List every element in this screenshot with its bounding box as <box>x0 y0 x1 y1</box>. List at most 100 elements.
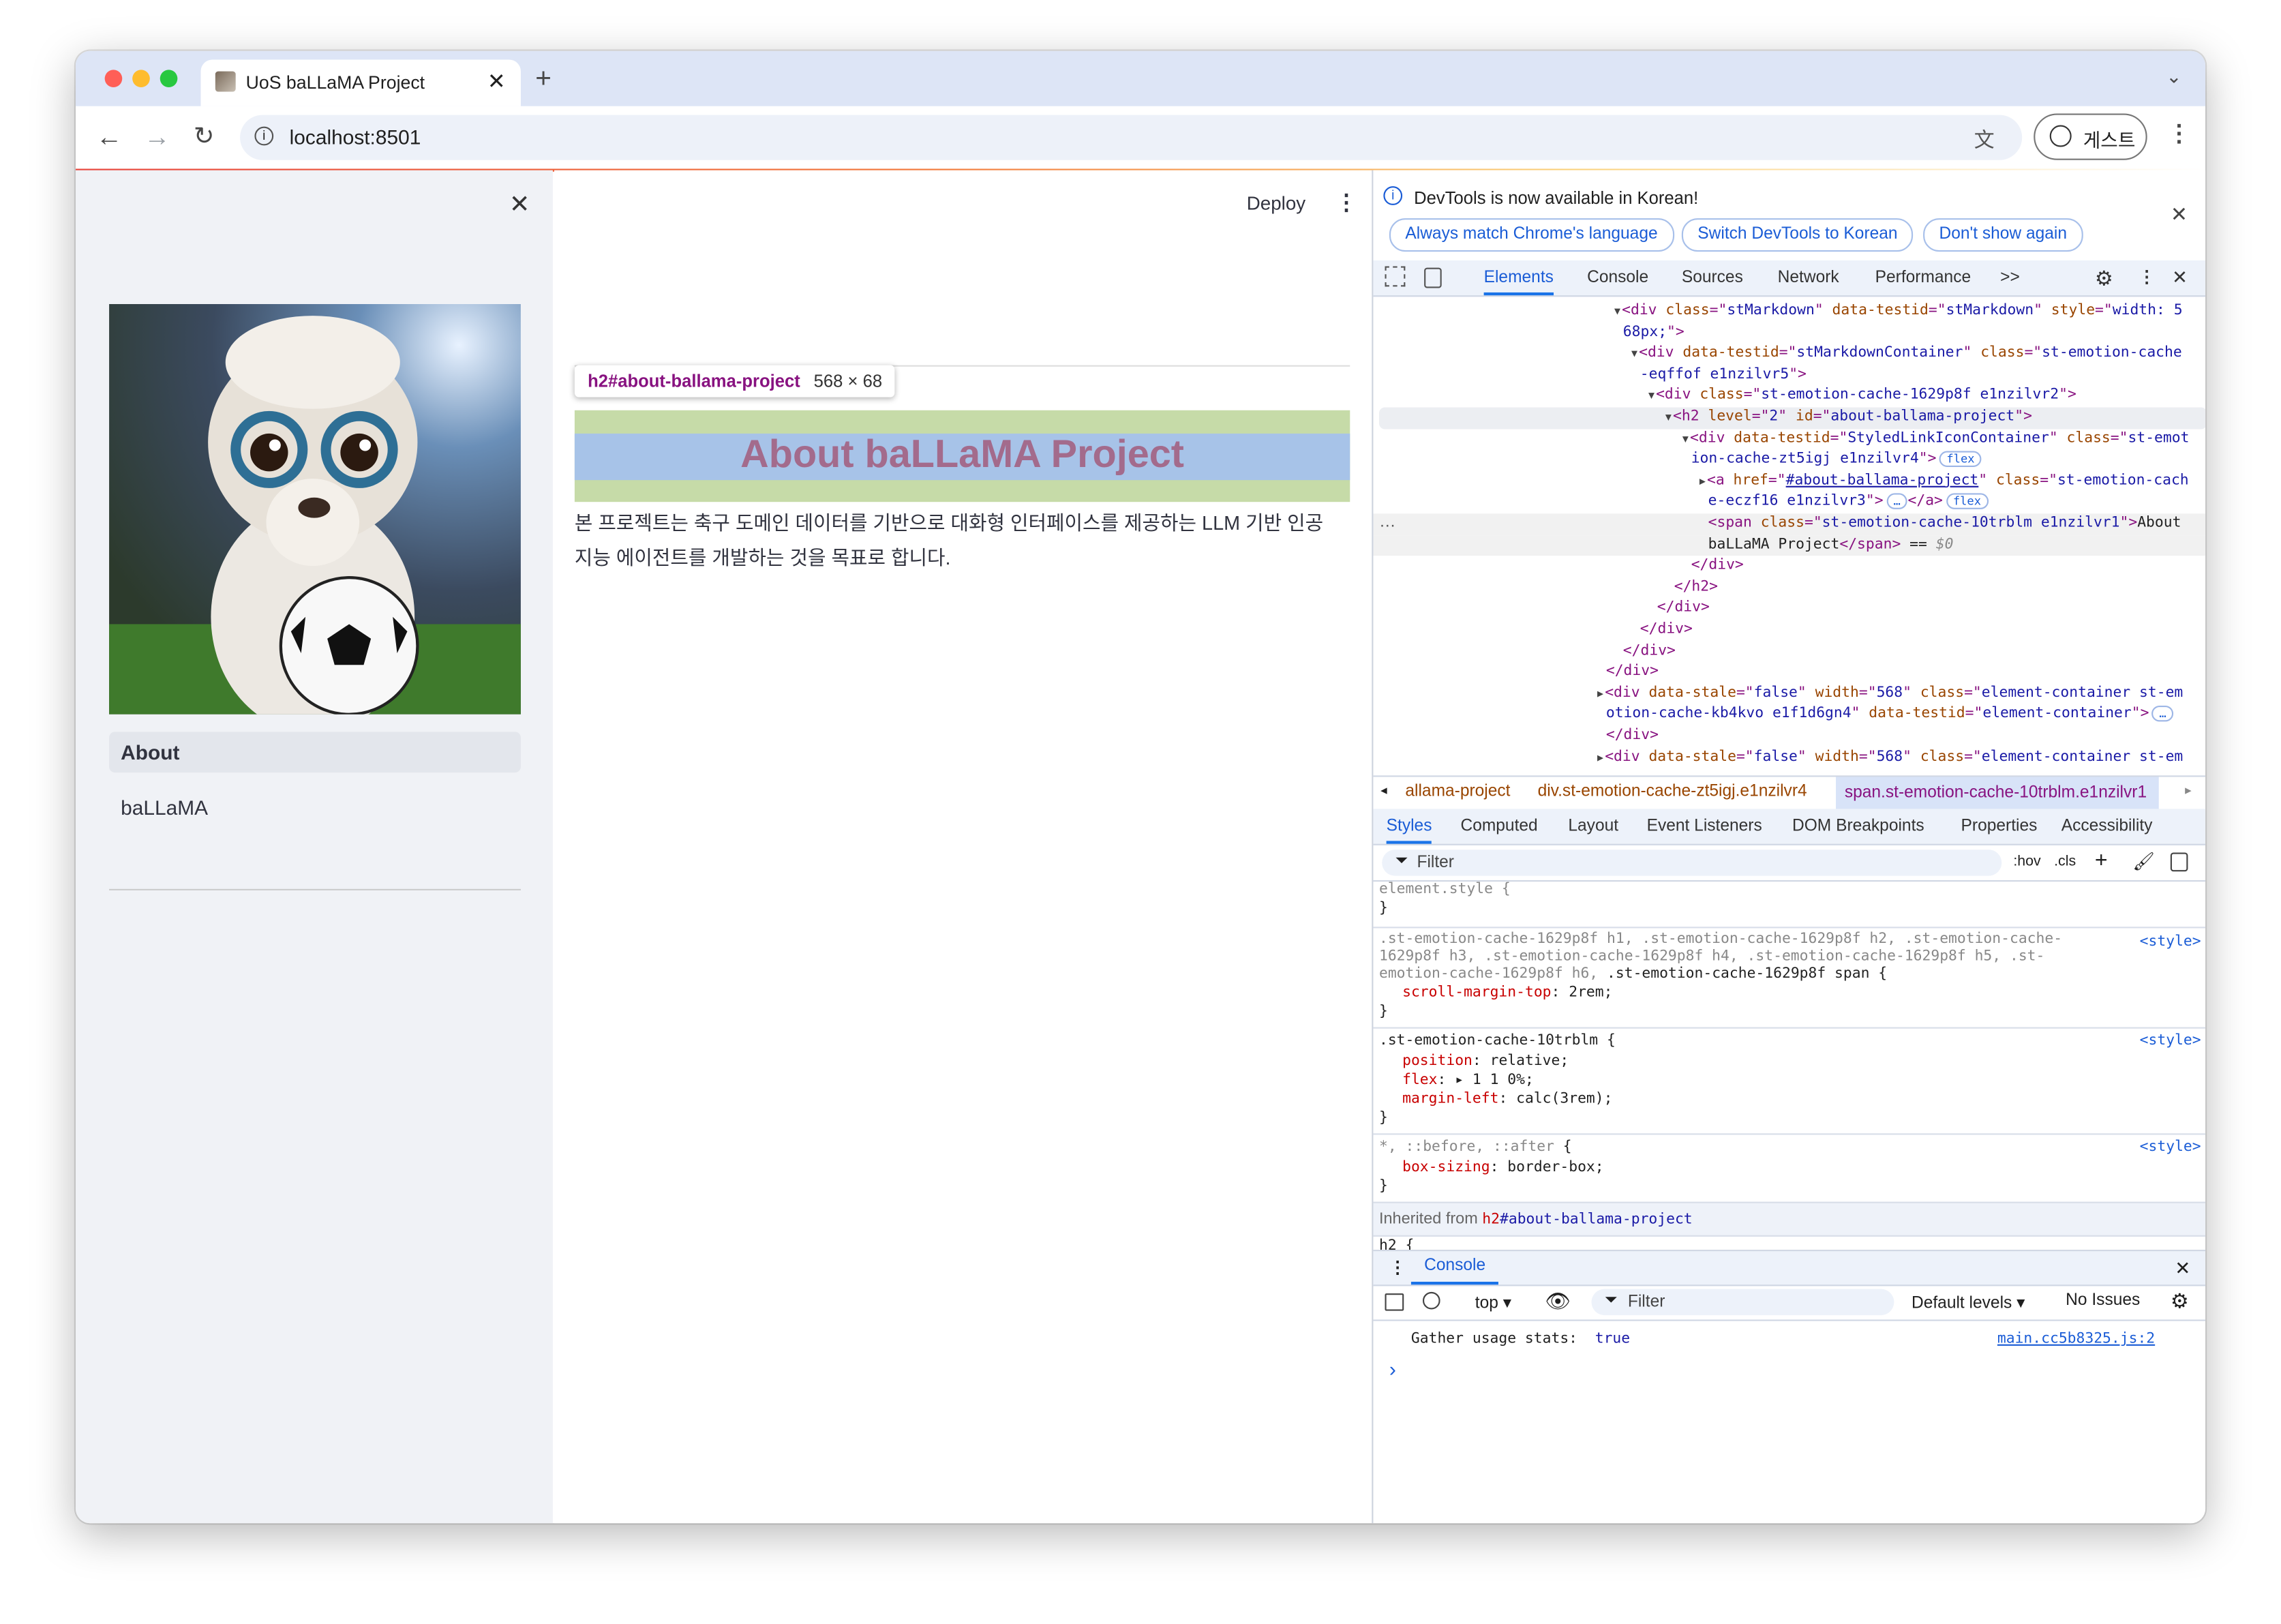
dom-node-line[interactable]: </div> <box>1373 599 2205 620</box>
switch-korean-button[interactable]: Switch DevTools to Korean <box>1681 218 1914 252</box>
drawer-menu-icon[interactable]: ⋮ <box>1389 1257 1406 1278</box>
css-value[interactable]: : border-box; <box>1490 1160 1604 1175</box>
close-window-button[interactable] <box>104 70 123 88</box>
dom-node-line[interactable]: </div> <box>1373 620 2205 641</box>
style-source-link[interactable]: <style> <box>2140 934 2201 950</box>
dom-node-line[interactable]: 68px;"> <box>1373 322 2205 344</box>
dom-badge[interactable]: flex <box>1939 451 1982 468</box>
dom-badge[interactable]: flex <box>1946 494 1989 510</box>
address-bar[interactable]: i localhost:8501 文 <box>240 115 2023 160</box>
collapse-arrow-icon[interactable]: ▼ <box>1682 433 1689 445</box>
css-property[interactable]: position <box>1402 1053 1472 1069</box>
tab-network[interactable]: Network <box>1778 260 1839 295</box>
inherited-tag[interactable]: h2 <box>1482 1212 1500 1228</box>
translate-icon[interactable]: 文 <box>1974 125 1995 155</box>
style-source-link[interactable]: <style> <box>2140 1139 2201 1155</box>
collapse-arrow-icon[interactable]: ▼ <box>1614 305 1620 317</box>
close-notice-icon[interactable]: ✕ <box>2171 202 2188 227</box>
reload-icon[interactable]: ↻ <box>194 123 214 148</box>
expand-arrow-icon[interactable]: ▶ <box>1597 688 1603 700</box>
css-value[interactable]: : calc(3rem); <box>1498 1091 1612 1107</box>
cls-button[interactable]: .cls <box>2054 854 2076 870</box>
dont-show-again-button[interactable]: Don't show again <box>1923 218 2083 252</box>
breadcrumb-item[interactable]: div.st-emotion-cache-zt5igj.e1nzilvr4 <box>1538 783 1807 800</box>
dom-node-line[interactable]: </h2> <box>1373 577 2205 599</box>
expand-arrow-icon[interactable]: ▶ <box>1700 475 1706 487</box>
dom-node-line[interactable]: ▶ <div data-stale="false" width="568" cla… <box>1373 684 2205 705</box>
deploy-button[interactable]: Deploy <box>1247 192 1305 214</box>
dom-node-line[interactable]: ▼ <div class="stMarkdown" data-testid="st… <box>1373 301 2205 322</box>
minimize-window-button[interactable] <box>132 70 150 88</box>
css-property[interactable]: margin-left <box>1402 1091 1498 1107</box>
dom-node-line[interactable]: baLLaMA Project</span> == $0 <box>1373 535 2206 556</box>
tab-console[interactable]: Console <box>1587 260 1648 295</box>
expand-arrow-icon[interactable]: ▶ <box>1597 751 1603 763</box>
dom-node-line[interactable]: </div> <box>1373 662 2205 683</box>
close-sidebar-icon[interactable]: ✕ <box>509 192 530 217</box>
styles-filter-input[interactable]: ⏷ Filter <box>1382 849 2002 876</box>
dom-node-line[interactable]: -eqffof e1nzilvr5"> <box>1373 365 2205 386</box>
tab-list-icon[interactable]: ⌄ <box>2166 67 2181 86</box>
tab-accessibility[interactable]: Accessibility <box>2061 809 2153 843</box>
tab-computed[interactable]: Computed <box>1460 809 1537 843</box>
more-options-icon[interactable]: ⋮ <box>2139 260 2156 295</box>
toggle-sidebar-icon[interactable] <box>2170 852 2188 872</box>
issues-counter[interactable]: No Issues <box>2066 1292 2140 1310</box>
dom-tree[interactable]: ▼ <div class="stMarkdown" data-testid="st… <box>1373 301 2206 775</box>
device-toolbar-icon[interactable] <box>1424 267 1442 288</box>
css-value[interactable]: : relative; <box>1472 1053 1569 1069</box>
close-devtools-icon[interactable]: ✕ <box>2172 260 2188 295</box>
live-expression-eye-icon[interactable]: 👁 <box>1545 1289 1571 1314</box>
clear-console-icon[interactable] <box>1422 1291 1440 1310</box>
main-menu-icon[interactable]: ⋮ <box>1335 189 1357 215</box>
dom-node-line[interactable]: <span class="st-emotion-cache-10trblm e1… <box>1373 513 2206 535</box>
dom-badge[interactable]: … <box>2151 706 2174 723</box>
match-language-button[interactable]: Always match Chrome's language <box>1389 218 1674 252</box>
inspect-element-icon[interactable] <box>1385 266 1406 287</box>
style-source-link[interactable]: <style> <box>2140 1033 2201 1049</box>
tab-sources[interactable]: Sources <box>1682 260 1743 295</box>
console-sidebar-icon[interactable] <box>1385 1293 1404 1311</box>
breadcrumb-item-selected[interactable]: span.st-emotion-cache-10trblm.e1nzilvr1 <box>1836 777 2159 809</box>
console-settings-icon[interactable]: ⚙ <box>2171 1289 2189 1314</box>
tab-dom-breakpoints[interactable]: DOM Breakpoints <box>1792 809 1924 843</box>
dom-node-line[interactable]: </div> <box>1373 726 2205 747</box>
log-levels-dropdown[interactable]: Default levels ▾ <box>1912 1292 2025 1312</box>
breadcrumb-scroll-left-icon[interactable]: ◂ <box>1380 783 1387 798</box>
browser-tab[interactable]: UoS baLLaMA Project ✕ <box>200 59 521 106</box>
paint-brush-icon[interactable]: 🖌 <box>2132 851 2155 871</box>
tab-styles[interactable]: Styles <box>1386 809 1432 844</box>
close-tab-icon[interactable]: ✕ <box>487 68 506 94</box>
dom-node-line[interactable]: ▼ <div class="st-emotion-cache-1629p8f e1… <box>1373 386 2205 407</box>
tab-performance[interactable]: Performance <box>1875 260 1972 295</box>
css-value[interactable]: : ▸ 1 1 0%; <box>1438 1072 1534 1088</box>
close-drawer-icon[interactable]: ✕ <box>2175 1257 2190 1280</box>
css-property[interactable]: box-sizing <box>1402 1160 1490 1175</box>
tab-elements[interactable]: Elements <box>1483 260 1554 296</box>
dom-badge[interactable]: … <box>1886 494 1908 510</box>
dom-node-line[interactable]: e-eczf16 e1nzilvr3">… </a> flex <box>1373 492 2205 513</box>
css-property[interactable]: scroll-margin-top <box>1402 985 1551 1001</box>
css-property[interactable]: flex <box>1402 1072 1437 1088</box>
tab-layout[interactable]: Layout <box>1568 809 1618 843</box>
dom-node-line[interactable]: </div> <box>1373 556 2205 577</box>
inherited-id[interactable]: #about-ballama-project <box>1500 1212 1693 1228</box>
breadcrumb-item[interactable]: allama-project <box>1405 783 1510 800</box>
drawer-tab-console[interactable]: Console <box>1410 1251 1499 1285</box>
context-selector[interactable]: top ▾ <box>1475 1292 1511 1312</box>
dom-node-line[interactable]: ▶ <div data-stale="false" width="568" cla… <box>1373 747 2205 768</box>
tab-event-listeners[interactable]: Event Listeners <box>1647 809 1762 843</box>
maximize-window-button[interactable] <box>160 70 178 88</box>
dom-node-line[interactable]: ▶ <a href="#about-ballama-project" class=… <box>1373 471 2205 492</box>
console-prompt[interactable]: › <box>1389 1357 1396 1381</box>
dom-node-line[interactable]: ▼ <div data-testid="StyledLinkIconContain… <box>1373 429 2205 450</box>
dom-node-line[interactable]: otion-cache-kb4kvo e1f1d6gn4" data-testi… <box>1373 705 2205 726</box>
sidebar-item-ballama[interactable]: baLLaMA <box>109 787 521 828</box>
dom-token[interactable]: #about-ballama-project <box>1786 472 1979 488</box>
new-rule-icon[interactable]: + <box>2095 848 2108 873</box>
dom-node-line[interactable]: ▼ <h2 level="2" id="about-ballama-project… <box>1378 407 2206 429</box>
collapse-arrow-icon[interactable]: ▼ <box>1631 348 1637 359</box>
dom-row-ellipsis-icon[interactable]: … <box>1379 513 1396 531</box>
site-info-icon[interactable]: i <box>254 126 274 146</box>
new-tab-icon[interactable]: + <box>535 65 552 93</box>
